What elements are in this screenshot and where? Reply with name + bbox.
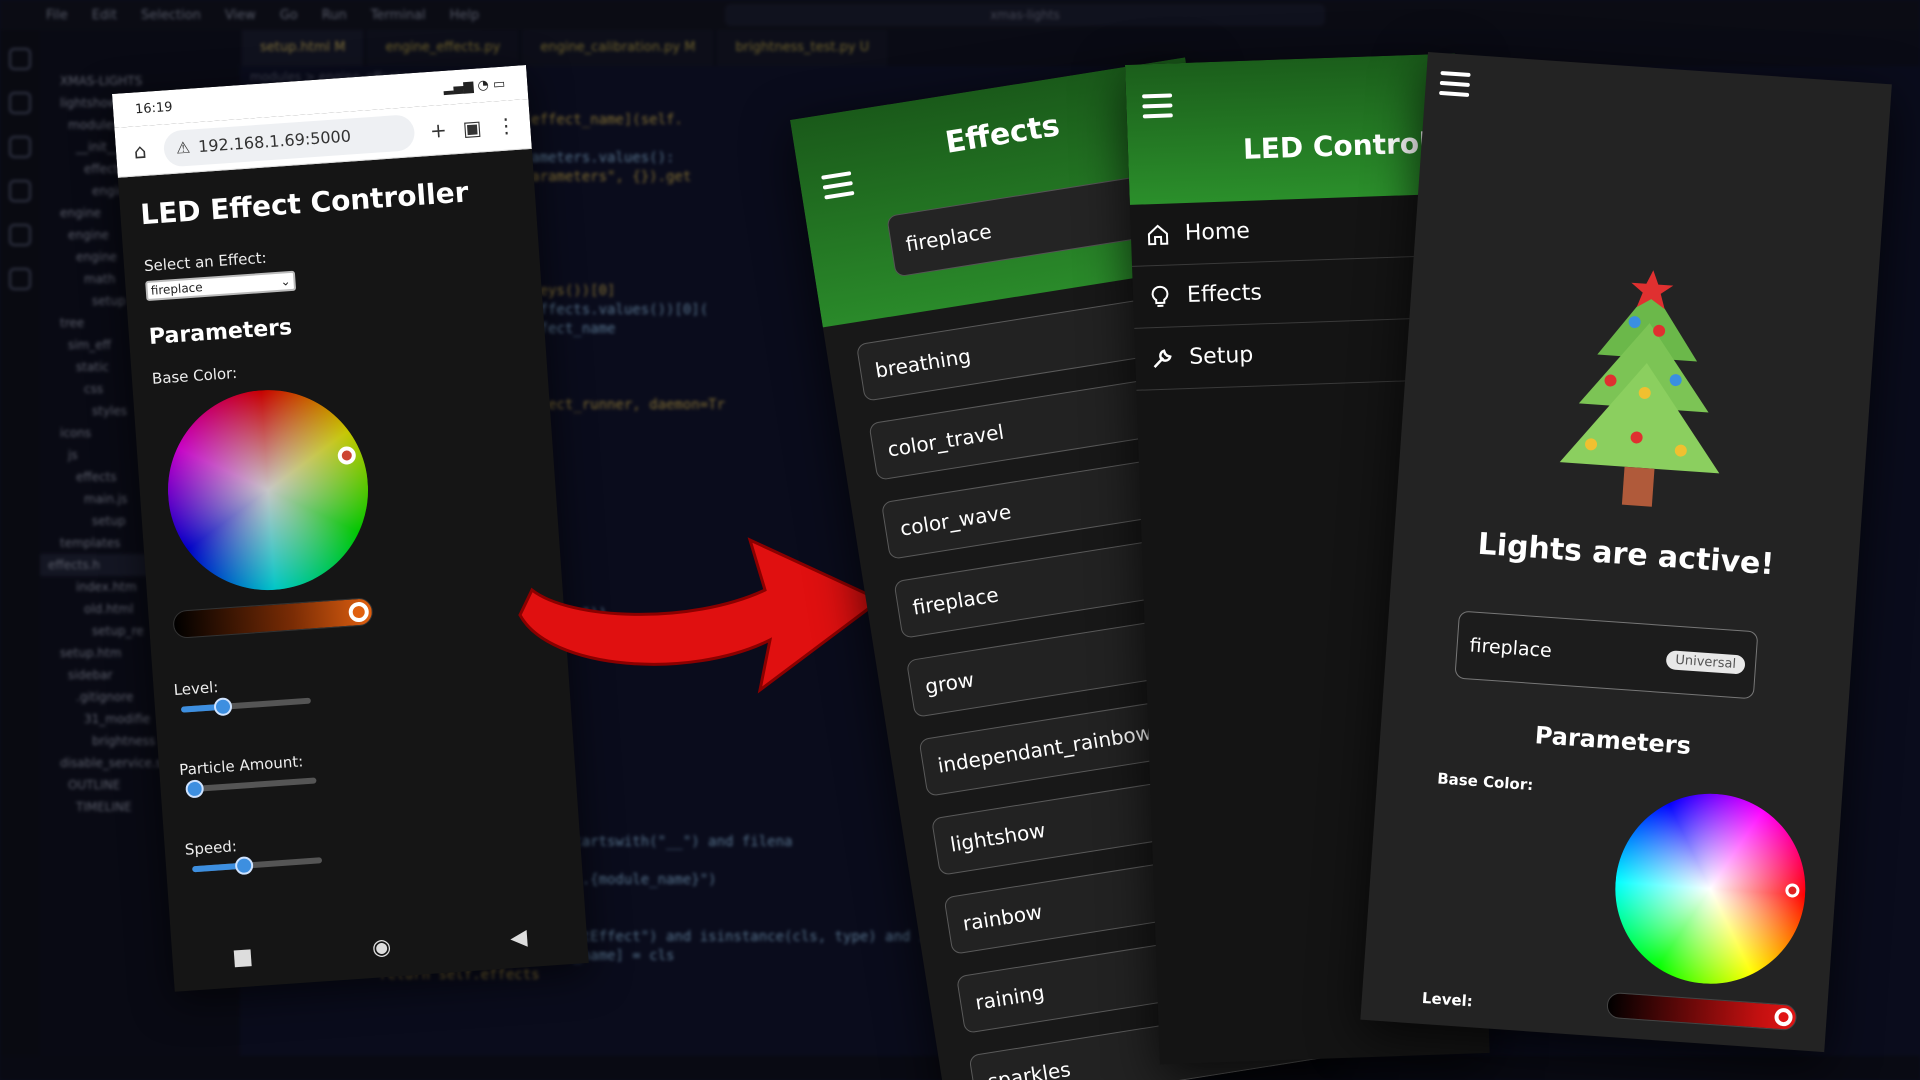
tab-setup-html[interactable]: setup.html M [242,30,364,66]
color-wheel-shade [161,383,375,597]
parameters-heading: Parameters [1533,721,1692,760]
extensions-icon[interactable] [9,224,31,246]
effect-select[interactable]: fireplace ⌄ [145,270,297,302]
slider-label: Particle Amount: [178,752,304,779]
effect-select-label: Select an Effect: [143,248,268,276]
recents-icon[interactable]: ■ [231,944,253,970]
editor-menubar: File Edit Selection View Go Run Terminal… [0,0,1920,30]
brightness-slider[interactable] [1606,991,1798,1032]
effects-title: Effects [942,108,1063,161]
slider-label: Level: [173,678,219,700]
menu-file[interactable]: File [46,8,68,23]
lightbulb-icon [1147,283,1174,310]
universal-badge: Universal [1665,649,1746,675]
status-time: 16:19 [134,99,174,117]
menu-selection[interactable]: Selection [141,8,201,23]
wrench-icon [1149,345,1176,372]
command-center[interactable]: xmas-lights [725,4,1325,26]
base-color-label: Base Color: [1436,769,1534,795]
tab-brightness-test[interactable]: brightness_test.py U [717,30,888,66]
effect-select-value: fireplace [150,280,204,298]
nav-item-home[interactable]: Home [1129,193,1462,267]
phone-home-screen: Lights are active! fireplace Universal P… [1360,52,1892,1053]
tab-engine-effects[interactable]: engine_effects.py [367,30,519,66]
slider-thumb[interactable] [213,697,233,717]
tab-engine-calibration[interactable]: engine_calibration.py M [522,30,714,66]
current-effect-card[interactable]: fireplace Universal [1454,610,1759,700]
status-icons: ▂▄▆ ◔ ▭ [442,76,506,96]
hamburger-menu-icon[interactable] [1142,93,1173,124]
composite-screenshot: File Edit Selection View Go Run Terminal… [0,0,1920,1080]
parameter-sliders: Level: Particle Amount: Speed: [173,655,560,876]
red-arrow-icon [518,537,883,694]
run-debug-icon[interactable] [9,180,31,202]
menu-run[interactable]: Run [322,8,347,23]
brightness-slider[interactable] [172,597,374,639]
tabs-icon[interactable]: ▣ [461,115,483,140]
nav-label-setup: Setup [1188,342,1254,370]
chevron-down-icon: ⌄ [279,274,291,289]
editor-tabs: setup.html M engine_effects.py engine_ca… [240,30,1920,66]
current-effect-name: fireplace [904,219,994,257]
nav-label-home: Home [1184,218,1251,247]
parameter-slider[interactable] [184,777,317,799]
nav-label-effects: Effects [1186,280,1263,308]
home-icon[interactable]: ⌂ [129,138,151,163]
slider-thumb[interactable] [184,779,205,799]
lights-status: Lights are active! [1476,526,1776,583]
current-effect-name: fireplace [1468,634,1553,663]
menu-help[interactable]: Help [450,8,480,23]
menu-view[interactable]: View [225,8,256,23]
activity-bar [0,30,40,1080]
slider-label: Speed: [184,837,238,859]
menu-edit[interactable]: Edit [92,8,117,23]
url-text: 192.168.1.69:5000 [197,126,352,157]
app-title: LED Control [1242,126,1430,166]
parameter-slider[interactable] [180,697,312,717]
parameters-heading: Parameters [148,315,293,350]
warning-icon: ⚠ [175,137,191,158]
explorer-icon[interactable] [9,48,31,70]
color-wheel[interactable] [161,383,375,597]
hamburger-menu-icon[interactable] [1439,70,1471,103]
new-tab-icon[interactable]: + [427,117,449,142]
home-icon [1144,221,1171,248]
brightness-slider-knob[interactable] [1773,1007,1794,1027]
search-icon[interactable] [9,92,31,114]
drawer-header: LED Control [1125,53,1460,205]
menu-go[interactable]: Go [280,8,298,23]
color-wheel-handle[interactable] [1784,882,1800,898]
back-icon[interactable]: ◀ [509,925,528,951]
testing-icon[interactable] [9,268,31,290]
parameter-slider[interactable] [192,856,323,876]
slider-thumb[interactable] [234,856,254,876]
menu-terminal[interactable]: Terminal [371,8,426,23]
base-color-label: Base Color: [151,363,238,388]
home-nav-icon[interactable]: ◉ [371,934,392,960]
more-icon[interactable]: ⋮ [495,112,517,137]
hamburger-menu-icon[interactable] [821,171,855,205]
level-label: Level: [1421,988,1474,1011]
christmas-tree-icon [1559,270,1720,507]
page-title: LED Effect Controller [139,175,470,232]
color-wheel[interactable] [1608,787,1812,991]
brightness-slider-knob[interactable] [348,601,370,623]
source-control-icon[interactable] [9,136,31,158]
